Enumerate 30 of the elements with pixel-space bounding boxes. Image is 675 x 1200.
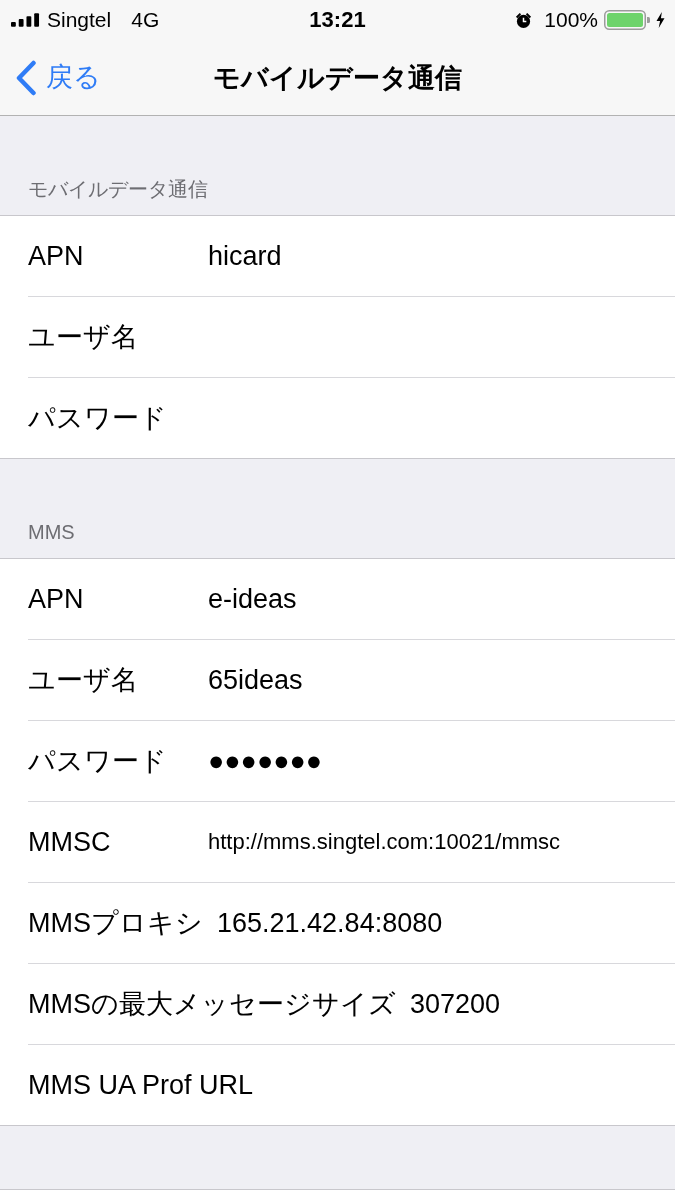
section-header: MMS (28, 520, 75, 544)
signal-icon (11, 13, 40, 27)
battery-percentage: 100% (544, 8, 598, 32)
text-field[interactable]: hicard (208, 240, 282, 272)
field-label: ユーザ名 (28, 664, 139, 697)
field-label: ユーザ名 (28, 321, 139, 354)
field-label: APN (28, 583, 85, 615)
back-button[interactable]: 戻る (0, 59, 101, 96)
section-header: モバイルデータ通信 (28, 177, 208, 201)
field-label: MMS UA Prof URL (28, 1069, 254, 1101)
carrier-name: Singtel (47, 8, 112, 32)
battery-icon (604, 10, 650, 30)
charging-bolt-icon (656, 12, 665, 28)
field-label: MMSC (28, 826, 112, 858)
text-field[interactable]: ●●●●●●● (208, 745, 323, 777)
field-label: MMSの最大メッセージサイズ (28, 988, 396, 1021)
text-field[interactable]: e-ideas (208, 583, 297, 615)
network-type: 4G (131, 8, 160, 32)
screen-title: モバイルデータ通信 (213, 61, 462, 95)
text-field[interactable]: http://mms.singtel.com:10021/mmsc (208, 829, 561, 855)
status-time: 13:21 (309, 7, 366, 33)
field-label: APN (28, 240, 85, 272)
field-label: パスワード (28, 402, 168, 435)
alarm-clock-icon (515, 11, 533, 29)
field-label: パスワード (28, 745, 168, 778)
back-chevron-icon (15, 59, 37, 96)
text-field[interactable]: 65ideas (208, 664, 303, 696)
text-field[interactable]: 307200 (410, 988, 501, 1020)
text-field[interactable]: 165.21.42.84:8080 (217, 907, 443, 939)
field-label: MMSプロキシ (28, 907, 203, 940)
